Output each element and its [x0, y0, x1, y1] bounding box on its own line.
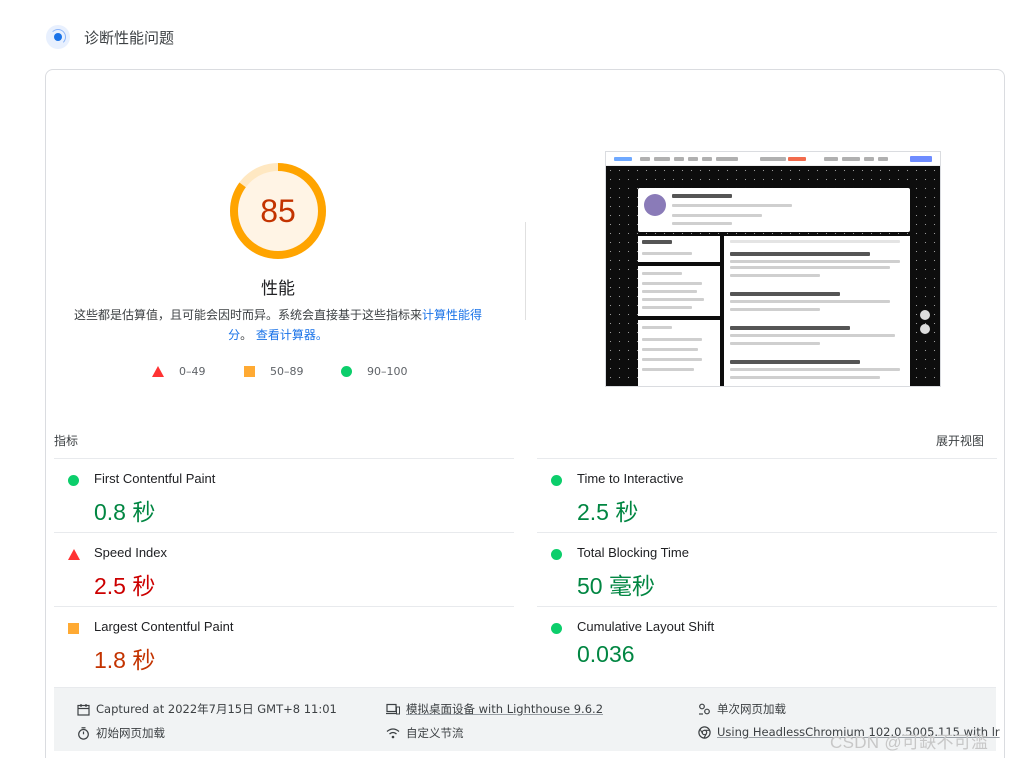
legend-range: 50–89	[270, 365, 304, 378]
metric-value: 0.036	[577, 641, 635, 667]
metric-value: 50 毫秒	[577, 573, 655, 599]
metric-name: Largest Contentful Paint	[94, 619, 234, 634]
screenshot-side-button	[920, 310, 930, 320]
calendar-icon	[76, 702, 90, 716]
section-title: 诊断性能问题	[84, 28, 175, 47]
metric-lcp: Largest Contentful Paint 1.8 秒	[54, 606, 514, 680]
final-screenshot[interactable]	[605, 151, 941, 387]
expand-view-toggle[interactable]: 展开视图	[936, 432, 984, 449]
metric-value: 2.5 秒	[94, 573, 156, 599]
performance-gauge: 85	[229, 162, 327, 260]
metric-cls: Cumulative Layout Shift 0.036	[537, 606, 997, 680]
screenshot-article-list	[724, 236, 910, 386]
captured-item: Captured at 2022年7月15日 GMT+8 11:01	[76, 701, 337, 717]
throttling-item: 自定义节流	[386, 725, 464, 741]
initial-load-item: 初始网页加载	[76, 725, 165, 741]
metric-tbt: Total Blocking Time 50 毫秒	[537, 532, 997, 606]
vertical-divider	[525, 222, 526, 320]
legend-range: 0–49	[179, 365, 206, 378]
gauge-label: 性能	[261, 279, 295, 299]
pass-circle-icon	[551, 475, 562, 486]
metric-name: Cumulative Layout Shift	[577, 619, 715, 634]
average-square-icon	[68, 623, 79, 634]
device-text[interactable]: 模拟桌面设备 with Lighthouse 9.6.2	[406, 701, 603, 717]
metric-name: Time to Interactive	[577, 471, 684, 486]
legend-range: 90–100	[367, 365, 408, 378]
device-item: 模拟桌面设备 with Lighthouse 9.6.2	[386, 701, 603, 717]
metric-value: 0.8 秒	[94, 499, 156, 525]
session-text: 单次网页加载	[717, 702, 786, 716]
metric-name: First Contentful Paint	[94, 471, 216, 486]
screenshot-nav	[606, 152, 940, 166]
timer-icon	[76, 726, 90, 740]
score-description: 这些都是估算值，且可能会因时而异。系统会直接基于这些指标来计算性能得分。 查看计…	[68, 305, 488, 345]
description-sep: 。	[240, 328, 253, 342]
user-icon	[697, 702, 711, 716]
performance-score: 85	[260, 193, 296, 229]
screenshot-sidebar-block	[638, 236, 720, 262]
screenshot-sidebar-block	[638, 320, 720, 386]
throttling-text[interactable]: 自定义节流	[406, 725, 464, 741]
triangle-icon	[152, 366, 164, 377]
wifi-icon	[386, 726, 400, 740]
watermark: CSDN @可缺不可滥	[830, 733, 989, 752]
legend-pass: 90–100	[341, 365, 408, 378]
metric-value: 1.8 秒	[94, 647, 156, 673]
metric-name: Speed Index	[94, 545, 168, 560]
initial-load-text: 初始网页加载	[96, 726, 165, 740]
legend-fail: 0–49	[152, 365, 206, 378]
legend-average: 50–89	[244, 365, 304, 378]
metric-name: Total Blocking Time	[577, 545, 689, 560]
pass-circle-icon	[68, 475, 79, 486]
square-icon	[244, 366, 255, 377]
captured-text: Captured at 2022年7月15日 GMT+8 11:01	[96, 702, 337, 716]
pass-circle-icon	[551, 549, 562, 560]
devices-icon	[386, 702, 400, 716]
screenshot-profile	[638, 188, 910, 232]
screenshot-sidebar-block	[638, 266, 720, 316]
circle-icon	[341, 366, 352, 377]
metric-fcp: First Contentful Paint 0.8 秒	[54, 458, 514, 532]
metrics-title: 指标	[54, 434, 79, 448]
metric-value: 2.5 秒	[577, 499, 639, 525]
metric-tti: Time to Interactive 2.5 秒	[537, 458, 997, 532]
section-header: 诊断性能问题	[46, 24, 174, 50]
chrome-icon	[697, 725, 711, 739]
metric-speed-index: Speed Index 2.5 秒	[54, 532, 514, 606]
view-calculator-link[interactable]: 查看计算器。	[256, 328, 328, 342]
fail-triangle-icon	[68, 549, 80, 560]
lighthouse-icon	[46, 25, 70, 49]
screenshot-side-button	[920, 324, 930, 334]
pass-circle-icon	[551, 623, 562, 634]
description-text: 这些都是估算值，且可能会因时而异。系统会直接基于这些指标来	[73, 308, 422, 322]
session-item: 单次网页加载	[697, 701, 786, 717]
